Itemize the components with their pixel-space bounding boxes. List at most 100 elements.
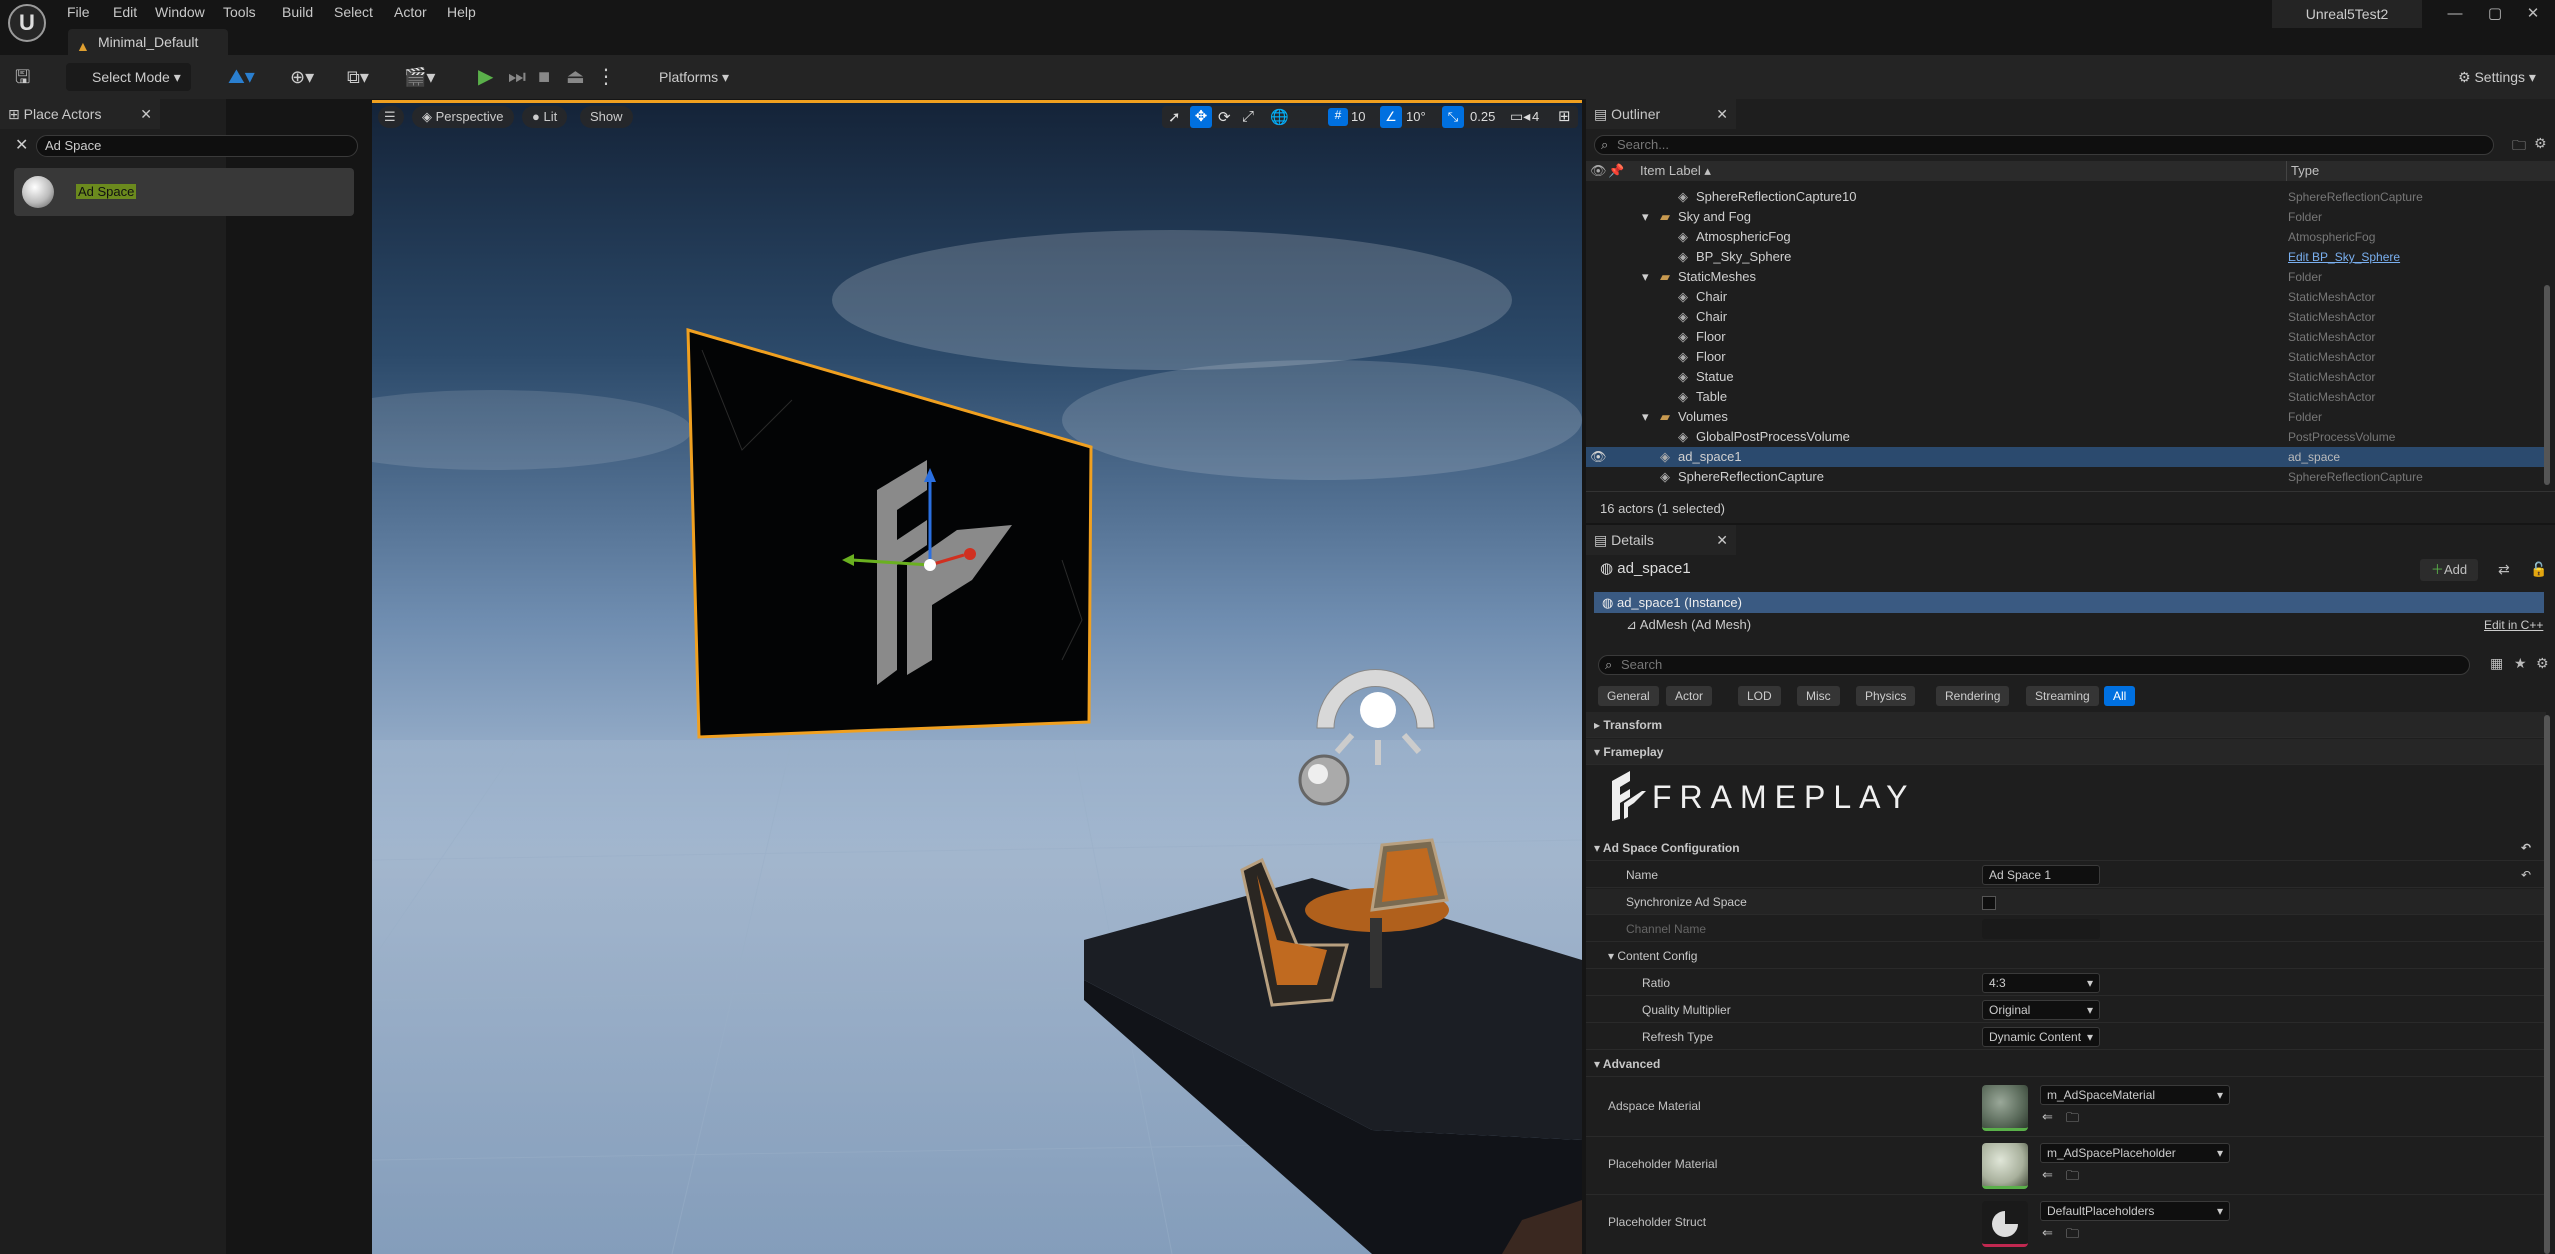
world-space-icon[interactable]: 🌐: [1270, 108, 1289, 126]
menu-file[interactable]: File: [67, 0, 90, 24]
adspace-material-picker[interactable]: m_AdSpaceMaterial ▾: [2040, 1085, 2230, 1105]
expand-arrow-icon[interactable]: ▾: [1642, 267, 1649, 287]
close-tab-icon[interactable]: ✕: [1716, 99, 1728, 129]
step-icon[interactable]: ⏭: [508, 62, 526, 92]
instance-row[interactable]: ◍ ad_space1 (Instance): [1594, 592, 2544, 613]
scale-tool-icon[interactable]: ⤢: [1242, 108, 1254, 125]
outliner-search-input[interactable]: ⌕ Search...: [1594, 135, 2494, 155]
camera-speed-value[interactable]: 4: [1532, 109, 1539, 124]
menu-actor[interactable]: Actor: [394, 0, 427, 24]
scale-snap-value[interactable]: 0.25: [1470, 109, 1495, 124]
add-folder-icon[interactable]: 🗀: [2512, 135, 2526, 159]
show-button[interactable]: Show: [580, 106, 633, 128]
cinematics-icon[interactable]: 🎬▾: [404, 62, 435, 92]
category-all[interactable]: All: [2104, 686, 2136, 706]
blueprint-convert-icon[interactable]: ⇄: [2498, 561, 2510, 578]
place-actors-tab[interactable]: ⊞ Place Actors ✕: [0, 99, 160, 129]
outliner-actor-row[interactable]: ◈ Chair StaticMeshActor: [1586, 307, 2546, 327]
save-icon[interactable]: 🖫: [15, 62, 30, 92]
outliner-actor-row[interactable]: ◈ Floor StaticMeshActor: [1586, 347, 2546, 367]
name-input[interactable]: Ad Space 1: [1982, 865, 2100, 885]
eject-icon[interactable]: ⏏: [566, 62, 585, 92]
outliner-scrollbar[interactable]: [2544, 285, 2550, 485]
lit-button[interactable]: ● Lit: [522, 106, 568, 128]
category-rendering[interactable]: Rendering: [1936, 686, 2010, 706]
category-physics[interactable]: Physics: [1856, 686, 1916, 706]
settings-dropdown[interactable]: ⚙ Settings ▾: [2450, 63, 2550, 91]
edit-blueprint-link[interactable]: Edit BP_Sky_Sphere: [2288, 247, 2400, 267]
more-options-icon[interactable]: ⋮: [596, 62, 616, 92]
platforms-dropdown[interactable]: Platforms ▾: [643, 63, 743, 91]
menu-select[interactable]: Select: [334, 0, 373, 24]
advanced-section-header[interactable]: ▾ Advanced: [1586, 1051, 2546, 1077]
level-tab[interactable]: ▲ Minimal_Default: [68, 29, 228, 55]
use-selected-icon[interactable]: ⇐: [2042, 1225, 2053, 1241]
outliner-actor-row[interactable]: ◈ Floor StaticMeshActor: [1586, 327, 2546, 347]
add-actor-icon[interactable]: ⊕▾: [290, 62, 314, 92]
content-config-header[interactable]: ▾ Content Config: [1586, 943, 2546, 969]
translate-tool-icon[interactable]: ✥: [1190, 106, 1212, 128]
reset-icon[interactable]: ↶: [2521, 862, 2531, 888]
outliner-folder-row[interactable]: ▾ ▰ StaticMeshes Folder: [1586, 267, 2546, 287]
component-row[interactable]: ⊿ AdMesh (Ad Mesh): [1626, 617, 1751, 633]
grid-snap-icon[interactable]: #: [1328, 108, 1348, 126]
placeholder-material-picker[interactable]: m_AdSpacePlaceholder ▾: [2040, 1143, 2230, 1163]
details-settings-icon[interactable]: ⚙: [2536, 655, 2549, 672]
refresh-dropdown[interactable]: Dynamic Content ▾: [1982, 1027, 2100, 1047]
placeholder-struct-picker[interactable]: DefaultPlaceholders ▾: [2040, 1201, 2230, 1221]
outliner-folder-row[interactable]: ▾ ▰ Volumes Folder: [1586, 407, 2546, 427]
unreal-logo-icon[interactable]: U: [8, 4, 46, 42]
menu-tools[interactable]: Tools: [223, 0, 256, 24]
rotate-tool-icon[interactable]: ⟳: [1218, 108, 1231, 126]
close-tab-icon[interactable]: ✕: [1716, 525, 1728, 555]
minimize-button[interactable]: —: [2440, 2, 2470, 26]
adspace-material-thumbnail[interactable]: [1982, 1085, 2028, 1131]
favorites-star-icon[interactable]: ★: [2514, 655, 2527, 672]
outliner-actor-row[interactable]: ◈ Statue StaticMeshActor: [1586, 367, 2546, 387]
outliner-tab[interactable]: ▤ Outliner ✕: [1586, 99, 1736, 129]
actor-result-ad-space[interactable]: Ad Space: [14, 168, 354, 216]
use-selected-icon[interactable]: ⇐: [2042, 1167, 2053, 1183]
category-lod[interactable]: LOD: [1738, 686, 1781, 706]
clear-search-icon[interactable]: ✕: [15, 135, 28, 155]
edit-in-cpp-link[interactable]: Edit in C++: [2484, 618, 2543, 632]
category-streaming[interactable]: Streaming: [2026, 686, 2099, 706]
frameplay-section-header[interactable]: ▾ Frameplay: [1586, 739, 2546, 765]
outliner-actor-row[interactable]: ◈ Table StaticMeshActor: [1586, 387, 2546, 407]
rotation-snap-value[interactable]: 10°: [1406, 109, 1426, 124]
perspective-button[interactable]: ◈ Perspective: [412, 106, 514, 128]
transform-section-header[interactable]: ▸ Transform: [1586, 712, 2546, 738]
expand-arrow-icon[interactable]: ▾: [1642, 207, 1649, 227]
level-viewport[interactable]: ☰ ◈ Perspective ● Lit Show ➚ ✥ ⟳ ⤢ 🌐 # 1…: [372, 100, 1582, 1254]
maximize-button[interactable]: ▢: [2480, 2, 2510, 26]
select-tool-icon[interactable]: ➚: [1168, 108, 1181, 126]
outliner-folder-row[interactable]: ▾ ▰ Sky and Fog Folder: [1586, 207, 2546, 227]
type-column-header[interactable]: Type: [2286, 161, 2319, 181]
grid-snap-value[interactable]: 10: [1351, 109, 1365, 124]
lock-icon[interactable]: 🔓: [2530, 561, 2547, 578]
menu-window[interactable]: Window: [155, 0, 205, 24]
viewport-layout-icon[interactable]: ⊞: [1558, 107, 1571, 125]
browse-icon[interactable]: 🗀: [2066, 1167, 2079, 1189]
stop-icon[interactable]: ■: [538, 62, 550, 92]
outliner-actor-row[interactable]: 👁 ◈ ad_space1 ad_space: [1586, 447, 2546, 467]
add-component-button[interactable]: ＋Add: [2420, 559, 2478, 581]
browse-icon[interactable]: 🗀: [2066, 1109, 2079, 1131]
camera-speed-icon[interactable]: ▭◂: [1510, 108, 1530, 125]
details-tab[interactable]: ▤ Details ✕: [1586, 525, 1736, 555]
select-mode-dropdown[interactable]: Select Mode ▾: [66, 63, 191, 91]
ad-space-config-header[interactable]: ▾ Ad Space Configuration ↶: [1586, 835, 2546, 861]
category-general[interactable]: General: [1598, 686, 1659, 706]
details-search-input[interactable]: ⌕ Search: [1598, 655, 2470, 675]
visibility-icon[interactable]: 👁: [1590, 447, 1607, 467]
viewport-menu-icon[interactable]: ☰: [378, 106, 404, 128]
outliner-settings-icon[interactable]: ⚙: [2534, 135, 2547, 152]
outliner-actor-row[interactable]: ◈ Chair StaticMeshActor: [1586, 287, 2546, 307]
blueprint-icon[interactable]: ⧉▾: [347, 62, 369, 92]
outliner-actor-row[interactable]: ◈ BP_Sky_Sphere Edit BP_Sky_Sphere: [1586, 247, 2546, 267]
close-tab-icon[interactable]: ✕: [140, 99, 152, 129]
placeholder-struct-thumbnail[interactable]: [1982, 1201, 2028, 1247]
expand-arrow-icon[interactable]: ▾: [1642, 407, 1649, 427]
details-scrollbar[interactable]: [2544, 715, 2550, 1254]
browse-icon[interactable]: 🗀: [2066, 1225, 2079, 1247]
